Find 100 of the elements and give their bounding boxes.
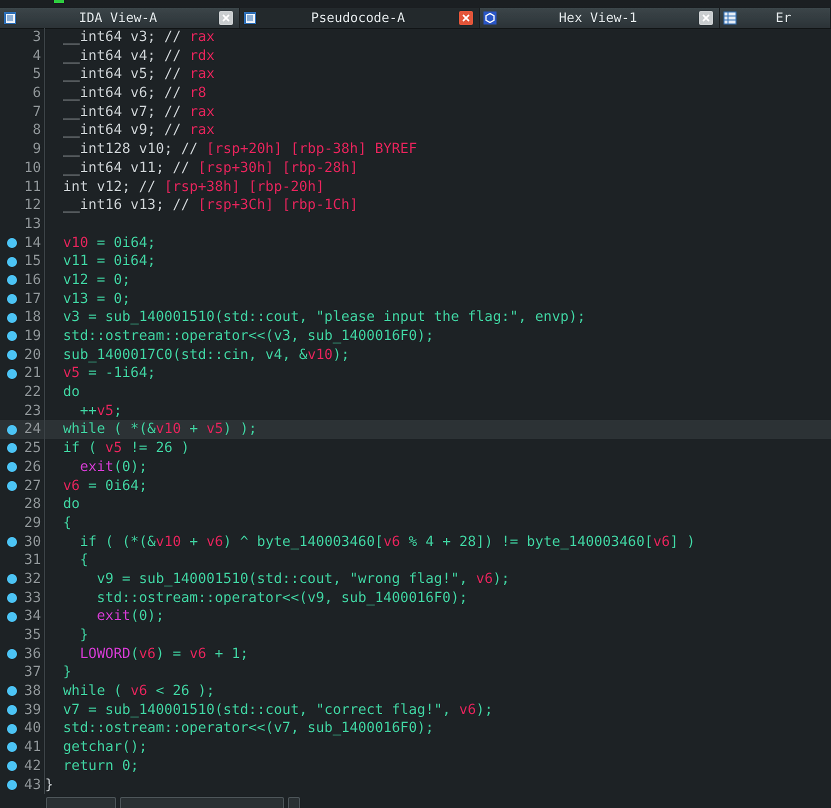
line-number: 35 [23, 626, 42, 645]
code-line: std::ostream::operator<<(v7, sub_1400016F0); [62, 719, 434, 738]
line-number: 11 [23, 178, 42, 196]
line-number: 7 [32, 102, 42, 122]
status-indicator [54, 0, 64, 3]
code-line: v9 = sub_140001510(std::cout, "wrong flag!", v6); [96, 570, 510, 589]
code-line: v11 = 0i64; [62, 252, 156, 271]
breakpoint-dot[interactable] [7, 592, 17, 603]
code-line: std::ostream::operator<<(v3, sub_1400016F0); [62, 327, 434, 346]
line-number: 38 [23, 682, 42, 701]
code-line: v13 = 0; [62, 290, 130, 308]
code-line: v7 = sub_140001510(std::cout, "correct flag!", v6); [62, 700, 493, 720]
code-line: __int64 v7; // rax [62, 102, 215, 122]
tab[interactable]: Hex View-1 [480, 8, 720, 28]
line-number: 3 [32, 28, 42, 47]
breakpoint-dot[interactable] [7, 649, 17, 660]
line-number: 37 [23, 663, 42, 682]
code-line: if ( (*(&v10 + v6) ^ byte_140003460[v6 % 4 + 28]) != byte_140003460[v6] ) [78, 532, 696, 552]
line-number: 13 [23, 214, 42, 234]
breakpoint-dot[interactable] [7, 742, 17, 752]
line-number: 41 [23, 738, 42, 757]
line-number: 32 [23, 570, 42, 589]
breakpoint-dot[interactable] [7, 312, 17, 323]
line-number: 23 [23, 402, 42, 420]
document-icon [243, 11, 257, 25]
line-number: 42 [23, 756, 42, 776]
document-icon [3, 11, 17, 25]
code-line: std::ostream::operator<<(v9, sub_1400016F0); [96, 588, 468, 608]
breakpoint-dot[interactable] [7, 536, 17, 547]
line-number: 39 [23, 700, 42, 720]
line-number: 43 [23, 776, 42, 794]
line-number: 12 [23, 196, 42, 215]
breakpoint-dot[interactable] [7, 256, 17, 267]
line-number: 17 [23, 290, 42, 308]
code-line: { [78, 551, 88, 570]
breakpoint-dot[interactable] [7, 331, 17, 342]
line-number: 6 [32, 84, 42, 103]
code-line: v5 = -1i64; [62, 364, 156, 384]
breakpoint-dot[interactable] [7, 275, 17, 286]
line-number: 33 [23, 588, 42, 608]
line-number: 28 [23, 495, 42, 514]
line-number: 19 [23, 327, 42, 346]
tab[interactable]: Pseudocode-A [240, 8, 480, 28]
line-number: 36 [23, 644, 42, 664]
line-number: 8 [32, 121, 42, 140]
code-line: int v12; // [rsp+38h] [rbp-20h] [62, 178, 324, 196]
code-line: while ( *(&v10 + v5) ); [62, 420, 257, 440]
breakpoint-dot[interactable] [7, 705, 17, 716]
code-line: exit(0); [96, 607, 164, 626]
line-number: 18 [23, 308, 42, 328]
line-number: 15 [23, 252, 42, 271]
code-line: __int64 v9; // rax [62, 121, 215, 140]
code-line: do [62, 383, 80, 402]
code-line: sub_1400017C0(std::cin, v4, &v10); [62, 346, 350, 364]
code-line: __int64 v6; // r8 [62, 84, 206, 103]
code-line: ++v5; [78, 402, 122, 420]
line-number: 26 [23, 458, 42, 477]
breakpoint-dot[interactable] [7, 724, 17, 734]
close-icon[interactable] [459, 11, 473, 25]
hexagon-icon [483, 11, 497, 25]
breakpoint-dot[interactable] [7, 780, 17, 790]
code-line: __int64 v4; // rdx [62, 46, 215, 66]
line-number: 34 [23, 607, 42, 626]
line-number: 16 [23, 270, 42, 290]
line-number: 40 [23, 719, 42, 738]
line-number: 21 [23, 364, 42, 384]
line-number: 14 [23, 234, 42, 252]
code-line: v10 = 0i64; [62, 234, 156, 252]
tab[interactable]: Er [720, 8, 831, 28]
code-line: { [62, 514, 72, 533]
breakpoint-dot[interactable] [7, 686, 17, 696]
tab[interactable]: IDA View-A [0, 8, 240, 28]
code-line: LOWORD(v6) = v6 + 1; [78, 644, 248, 664]
table-icon [723, 11, 737, 25]
breakpoint-dot[interactable] [7, 350, 17, 360]
code-line: __int64 v3; // rax [62, 28, 215, 47]
code-line: __int64 v5; // rax [62, 65, 215, 84]
line-number: 5 [32, 65, 42, 84]
code-line: __int128 v10; // [rsp+20h] [rbp-38h] BYREF [62, 140, 418, 159]
line-number: 29 [23, 514, 42, 533]
code-line: } [62, 663, 72, 682]
line-number: 22 [23, 383, 42, 402]
breakpoint-dot[interactable] [7, 612, 17, 622]
code-line: do [62, 495, 80, 514]
breakpoint-dot[interactable] [7, 574, 17, 584]
line-number: 20 [23, 346, 42, 364]
line-number: 24 [23, 420, 42, 440]
breakpoint-dot[interactable] [7, 443, 17, 454]
line-number: 27 [23, 476, 42, 496]
breakpoint-dot[interactable] [7, 294, 17, 304]
breakpoint-dot[interactable] [7, 424, 17, 435]
code-line: v12 = 0; [62, 270, 130, 290]
breakpoint-dot[interactable] [7, 761, 17, 772]
breakpoint-dot[interactable] [7, 480, 17, 491]
code-line: __int16 v13; // [rsp+3Ch] [rbp-1Ch] [62, 196, 358, 215]
code-line: } [78, 626, 88, 645]
breakpoint-dot[interactable] [7, 462, 17, 472]
breakpoint-dot[interactable] [7, 368, 17, 379]
code-line: return 0; [62, 756, 139, 776]
breakpoint-dot[interactable] [7, 238, 17, 248]
